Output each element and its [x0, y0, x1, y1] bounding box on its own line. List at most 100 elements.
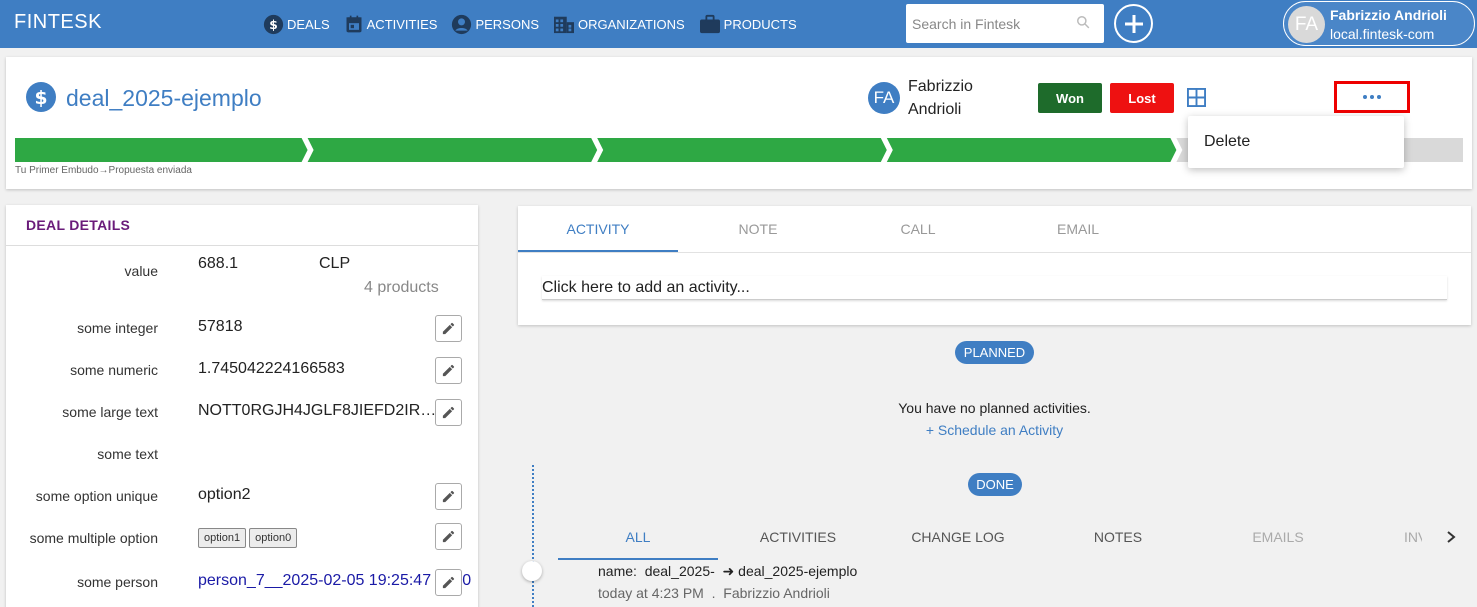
nav-persons-label: PERSONS	[475, 16, 540, 32]
more-dots-icon	[1363, 95, 1367, 99]
top-bar: FINTESK $ DEALS ACTIVITIES PERSONS ORGAN…	[0, 0, 1477, 48]
active-tab-indicator	[518, 250, 678, 252]
timeline-line	[532, 465, 534, 607]
schedule-activity-link[interactable]: + Schedule an Activity	[518, 422, 1471, 438]
field-label: some person	[77, 574, 158, 590]
option-chip: option1	[198, 528, 247, 548]
edit-button[interactable]	[435, 357, 462, 384]
owner-name[interactable]: Fabrizzio Andrioli	[908, 75, 998, 121]
change-log-entry: name: deal_2025- ➜ deal_2025-ejemplo	[598, 563, 857, 580]
main-nav: $ DEALS ACTIVITIES PERSONS ORGANIZATIONS…	[263, 0, 811, 48]
change-log-meta: today at 4:23 PM . Fabrizzio Andrioli	[598, 585, 830, 601]
field-value: option1 option0	[198, 528, 300, 548]
nav-organizations-label: ORGANIZATIONS	[578, 16, 685, 32]
field-label: some numeric	[70, 362, 158, 378]
edit-button[interactable]	[435, 569, 462, 596]
brand-logo[interactable]: FINTESK	[14, 11, 102, 34]
edit-button[interactable]	[435, 315, 462, 342]
deal-details-panel: DEAL DETAILS value 688.1 CLP 4 products …	[6, 205, 478, 607]
activity-input[interactable]	[542, 276, 1447, 300]
history-tab-notes[interactable]: NOTES	[1038, 529, 1198, 545]
nav-organizations[interactable]: ORGANIZATIONS	[553, 14, 685, 34]
edit-button[interactable]	[435, 399, 462, 426]
divider	[518, 252, 1471, 253]
add-button[interactable]	[1114, 4, 1153, 43]
log-author: Fabrizzio Andrioli	[723, 585, 830, 601]
pipeline-stage[interactable]	[597, 138, 887, 162]
field-value: option2	[198, 486, 251, 503]
more-options-button[interactable]	[1334, 81, 1410, 113]
pipeline-stage[interactable]	[15, 138, 308, 162]
deal-title[interactable]: deal_2025-ejemplo	[66, 85, 262, 112]
nav-deals-label: DEALS	[287, 16, 330, 32]
building-icon	[554, 16, 575, 34]
tab-email[interactable]: EMAIL	[998, 221, 1158, 237]
log-separator: .	[711, 585, 716, 601]
planned-badge: PLANNED	[955, 341, 1034, 364]
no-planned-message: You have no planned activities.	[898, 400, 1091, 416]
field-label: some large text	[62, 404, 158, 420]
nav-deals[interactable]: $ DEALS	[263, 14, 330, 35]
tab-activity[interactable]: ACTIVITY	[518, 221, 678, 237]
done-badge: DONE	[968, 473, 1022, 496]
field-label: some integer	[77, 320, 158, 336]
history-tab-all[interactable]: ALL	[558, 529, 718, 545]
history-tab-activities[interactable]: ACTIVITIES	[718, 529, 878, 545]
edit-button[interactable]	[435, 523, 462, 550]
nav-products-label: PRODUCTS	[723, 16, 797, 32]
user-org: local.fintesk-com	[1330, 26, 1435, 42]
deal-products-count[interactable]: 4 products	[364, 279, 439, 297]
field-label: some multiple option	[29, 530, 158, 546]
field-value: 57818	[198, 318, 243, 335]
history-tab-invoices[interactable]: INVO	[1358, 529, 1422, 545]
user-menu[interactable]: FA Fabrizzio Andrioli local.fintesk-com	[1283, 1, 1475, 46]
plus-icon	[1124, 14, 1143, 33]
field-label: some text	[97, 446, 158, 462]
person-link[interactable]: person_7__2025-02-05 19:25:47 1980	[198, 572, 471, 590]
field-label: value	[124, 263, 158, 279]
history-tab-emails[interactable]: EMAILS	[1198, 529, 1358, 545]
nav-activities[interactable]: ACTIVITIES	[344, 14, 438, 34]
log-from: deal_2025-	[644, 563, 715, 579]
person-icon	[452, 14, 472, 34]
delete-menu-item[interactable]: Delete	[1204, 133, 1250, 151]
activity-composer: ACTIVITY NOTE CALL EMAIL	[518, 206, 1471, 325]
pencil-icon	[442, 364, 455, 377]
pencil-icon	[442, 576, 455, 589]
timeline-dot	[522, 561, 542, 581]
pipeline-stage[interactable]	[307, 138, 598, 162]
arrow-right-icon: ➜	[722, 563, 735, 579]
grid-view-icon[interactable]	[1187, 88, 1206, 107]
dollar-circle-icon: $	[26, 82, 56, 112]
field-value: 1.745042224166583	[198, 360, 345, 377]
chevron-right-icon[interactable]	[1444, 529, 1458, 545]
nav-products[interactable]: PRODUCTS	[699, 14, 797, 34]
pipeline-stage[interactable]	[886, 138, 1177, 162]
search-icon[interactable]	[1076, 15, 1090, 29]
svg-text:$: $	[34, 88, 47, 109]
deal-value-currency[interactable]: CLP	[319, 255, 350, 273]
dollar-circle-icon: $	[263, 14, 284, 34]
svg-text:$: $	[269, 17, 278, 31]
owner-avatar[interactable]: FA	[868, 82, 900, 114]
edit-button[interactable]	[435, 483, 462, 510]
log-to: deal_2025-ejemplo	[738, 563, 858, 579]
won-button[interactable]: Won	[1038, 83, 1102, 113]
more-options-menu: Delete	[1188, 116, 1404, 168]
log-field: name:	[598, 563, 637, 579]
nav-activities-label: ACTIVITIES	[366, 16, 438, 32]
search-input[interactable]	[906, 4, 1066, 43]
user-avatar: FA	[1288, 6, 1325, 43]
tab-note[interactable]: NOTE	[678, 221, 838, 237]
calendar-icon	[346, 15, 362, 33]
deal-value-amount[interactable]: 688.1	[198, 255, 238, 273]
history-tab-change-log[interactable]: CHANGE LOG	[878, 529, 1038, 545]
field-value: NOTT0RGJH4JGLF8JIEFD2IR…	[198, 402, 437, 419]
divider	[6, 245, 478, 246]
nav-persons[interactable]: PERSONS	[451, 14, 539, 35]
log-time: today at 4:23 PM	[598, 585, 704, 601]
lost-button[interactable]: Lost	[1110, 83, 1174, 113]
tab-call[interactable]: CALL	[838, 221, 998, 237]
pencil-icon	[442, 322, 455, 335]
pencil-icon	[442, 530, 455, 543]
